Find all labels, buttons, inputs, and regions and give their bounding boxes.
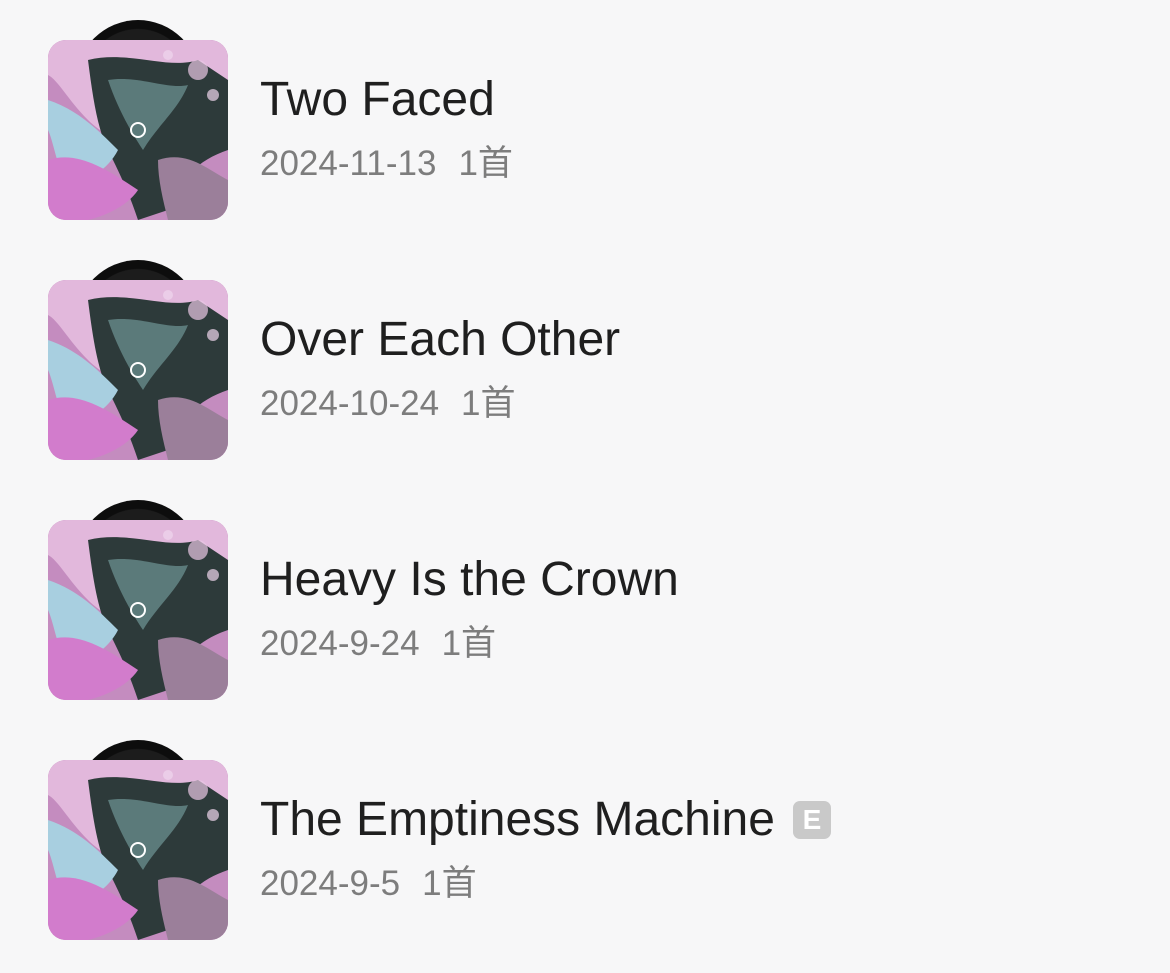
- album-art: [48, 740, 228, 940]
- release-list: Two Faced 2024-11-13 1首 Over Each Other …: [0, 0, 1170, 973]
- album-art: [48, 260, 228, 460]
- release-title: Over Each Other: [260, 312, 620, 368]
- release-item[interactable]: Heavy Is the Crown 2024-9-24 1首: [0, 480, 1170, 720]
- release-date: 2024-9-24: [260, 624, 420, 663]
- album-cover-image: [48, 280, 228, 460]
- release-date: 2024-9-5: [260, 864, 401, 903]
- album-cover-image: [48, 40, 228, 220]
- release-title: The Emptiness Machine E: [260, 792, 831, 848]
- release-meta: 2024-10-24 1首: [260, 382, 516, 426]
- track-count: 1首: [422, 864, 477, 903]
- release-title-text: Heavy Is the Crown: [260, 553, 679, 606]
- explicit-badge-icon: E: [792, 801, 831, 839]
- release-title-text: The Emptiness Machine: [260, 793, 775, 846]
- album-cover-image: [48, 520, 228, 700]
- album-cover-image: [48, 760, 228, 940]
- release-meta: 2024-9-5 1首: [260, 862, 477, 906]
- release-title-text: Over Each Other: [260, 313, 621, 366]
- album-art: [48, 500, 228, 700]
- track-count: 1首: [461, 384, 516, 423]
- release-meta: 2024-9-24 1首: [260, 622, 496, 666]
- release-item[interactable]: The Emptiness Machine E 2024-9-5 1首: [0, 720, 1170, 960]
- release-item[interactable]: Two Faced 2024-11-13 1首: [0, 0, 1170, 240]
- release-date: 2024-11-13: [260, 144, 437, 183]
- release-title-text: Two Faced: [260, 73, 495, 126]
- track-count: 1首: [441, 624, 497, 663]
- release-title: Heavy Is the Crown: [260, 552, 679, 608]
- release-date: 2024-10-24: [260, 384, 440, 423]
- release-meta: 2024-11-13 1首: [260, 142, 513, 186]
- album-art: [48, 20, 228, 220]
- track-count: 1首: [458, 144, 513, 183]
- release-title: Two Faced: [260, 72, 495, 128]
- release-item[interactable]: Over Each Other 2024-10-24 1首: [0, 240, 1170, 480]
